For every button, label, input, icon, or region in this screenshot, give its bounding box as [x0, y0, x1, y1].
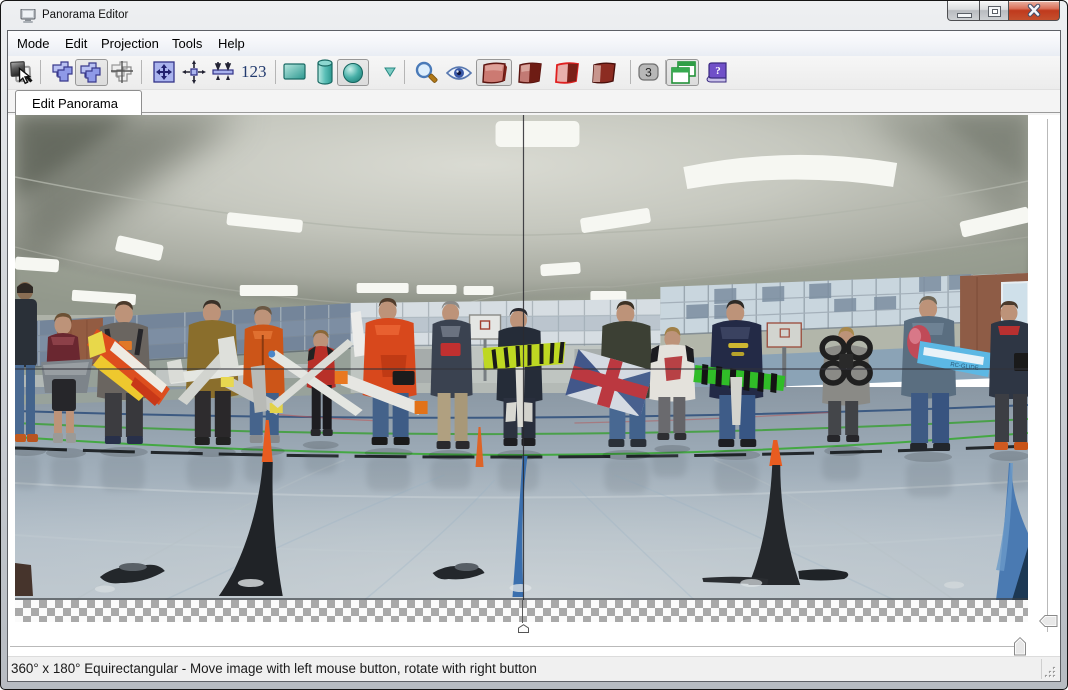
svg-text:?: ?: [715, 65, 721, 77]
svg-text:3: 3: [645, 66, 652, 80]
